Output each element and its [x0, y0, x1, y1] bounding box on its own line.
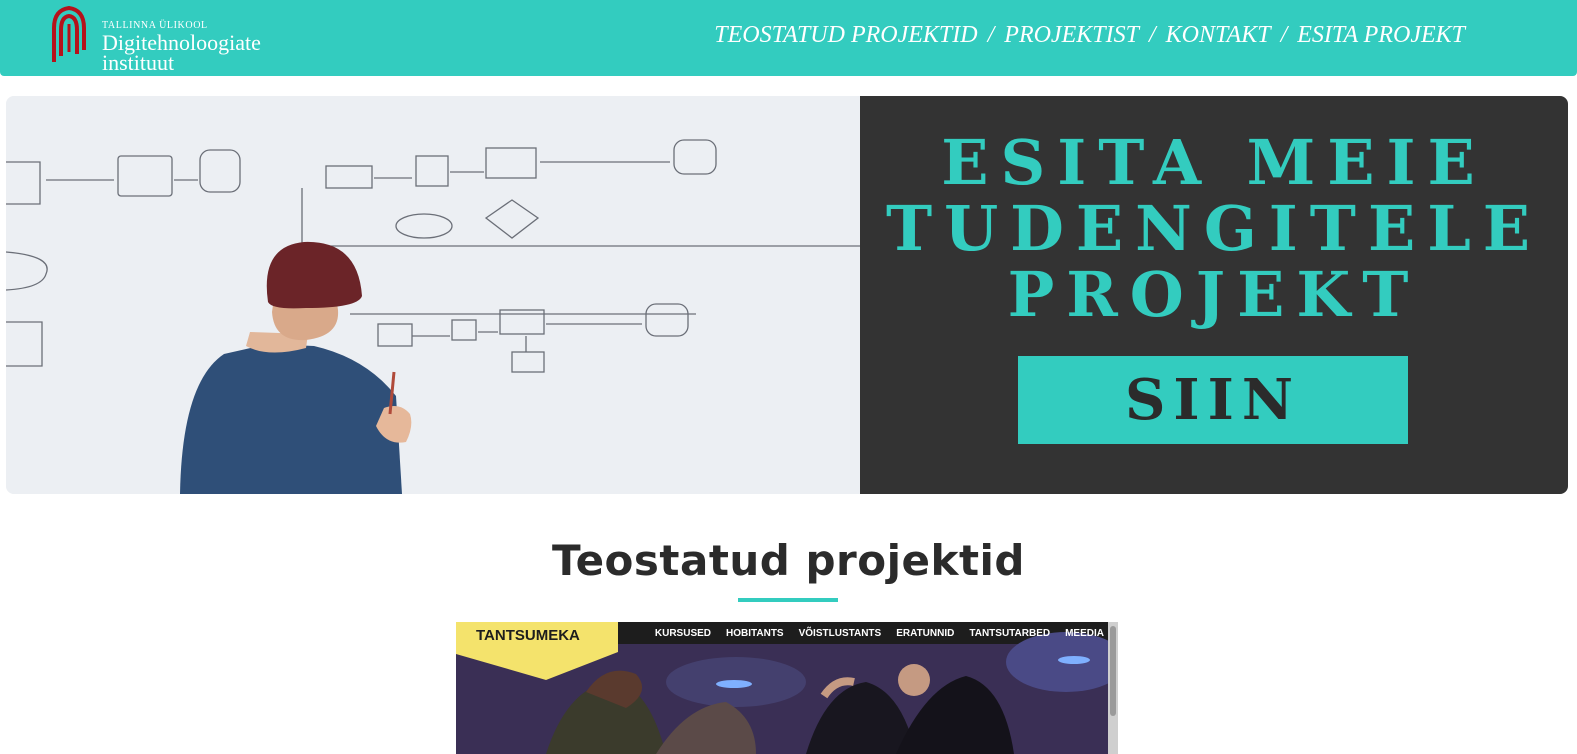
hero-headline: ESITA MEIE TUDENGITELE PROJEKT: [860, 130, 1568, 328]
nav-kontakt[interactable]: KONTAKT: [1166, 22, 1271, 49]
nav-separator: /: [1148, 21, 1156, 48]
hero-cta-panel: ESITA MEIE TUDENGITELE PROJEKT SIIN: [860, 96, 1568, 494]
preview-nav-item[interactable]: ERATUNNID: [896, 628, 954, 639]
site-header: TALLINNA ÜLIKOOL Digitehnoloogiate insti…: [0, 0, 1577, 76]
logo-arch-icon: [52, 6, 86, 62]
logo-line-2: instituut: [102, 50, 175, 75]
nav-esita-projekt[interactable]: ESITA PROJEKT: [1297, 22, 1465, 49]
title-underline: [738, 598, 838, 602]
whiteboard-illustration: [6, 96, 860, 494]
preview-nav-item[interactable]: VÕISTLUSTANTS: [799, 628, 882, 639]
hero-headline-line-2: TUDENGITELE: [885, 192, 1543, 265]
main-nav: TEOSTATUD PROJEKTID / PROJEKTIST / KONTA…: [714, 18, 1465, 52]
preview-nav-item[interactable]: HOBITANTS: [726, 628, 784, 639]
hero-whiteboard-photo: [6, 96, 860, 494]
preview-nav-item[interactable]: TANTSUTARBED: [969, 628, 1050, 639]
nav-separator: /: [987, 21, 995, 48]
preview-scrollbar[interactable]: [1108, 622, 1118, 754]
nav-separator: /: [1280, 21, 1288, 48]
hero-headline-line-3: PROJEKT: [1007, 258, 1421, 331]
nav-teostatud-projektid[interactable]: TEOSTATUD PROJEKTID: [714, 22, 977, 49]
section-title: Teostatud projektid: [552, 536, 1025, 585]
submit-project-button[interactable]: SIIN: [1018, 356, 1408, 444]
preview-nav-item[interactable]: MEEDIA: [1065, 628, 1104, 639]
nav-projektist[interactable]: PROJEKTIST: [1004, 22, 1139, 49]
preview-nav-item[interactable]: KURSUSED: [655, 628, 711, 639]
project-preview-image: TANTSUMEKA: [456, 622, 1118, 754]
project-preview-nav: KURSUSED HOBITANTS VÕISTLUSTANTS ERATUNN…: [655, 628, 1104, 639]
hero-banner[interactable]: ESITA MEIE TUDENGITELE PROJEKT SIIN: [6, 96, 1568, 494]
hero-headline-line-1: ESITA MEIE: [941, 126, 1487, 199]
project-preview-card[interactable]: TANTSUMEKA KURSUSED HOBITANTS VÕISTLUSTA…: [456, 622, 1118, 754]
university-logo[interactable]: TALLINNA ÜLIKOOL Digitehnoloogiate insti…: [48, 6, 308, 75]
project-brand: TANTSUMEKA: [476, 627, 580, 644]
